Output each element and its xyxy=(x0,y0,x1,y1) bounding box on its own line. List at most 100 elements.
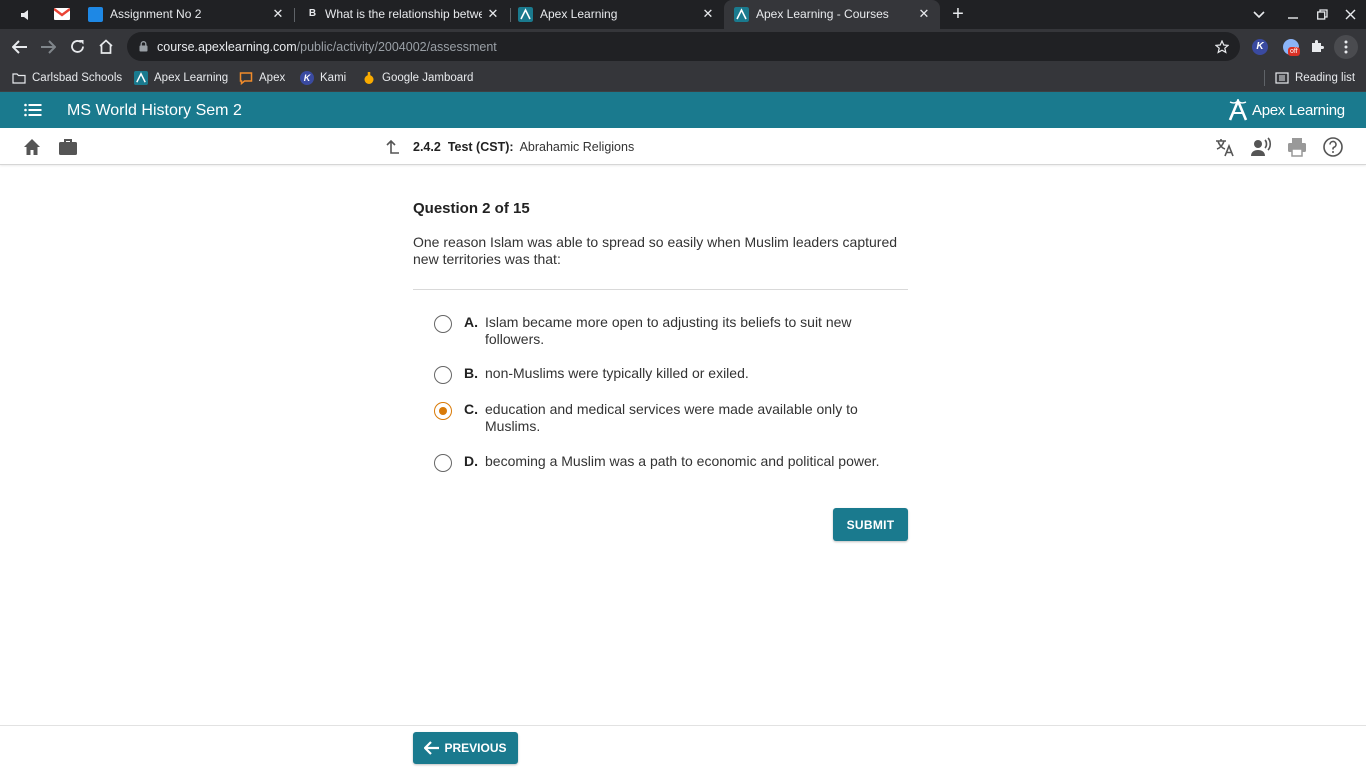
speaker-icon xyxy=(21,10,28,20)
url-path: /public/activity/2004002/assessment xyxy=(296,40,497,54)
kami-extension-button[interactable]: K xyxy=(1246,29,1274,64)
kami-icon: K xyxy=(300,71,314,85)
reload-icon xyxy=(70,40,84,53)
bookmark-label: Apex xyxy=(259,72,286,84)
print-icon[interactable] xyxy=(1286,136,1308,158)
tab-search-button[interactable] xyxy=(1248,0,1270,29)
extension-off-button[interactable]: off xyxy=(1277,29,1305,64)
url-host: course.apexlearning.com xyxy=(157,40,297,54)
extensions-button[interactable] xyxy=(1303,29,1331,64)
home-button[interactable] xyxy=(92,29,120,64)
course-title: MS World History Sem 2 xyxy=(67,102,242,119)
choice-text: non-Muslims were typically killed or exi… xyxy=(485,365,749,381)
minimize-icon xyxy=(1288,16,1298,19)
apex-icon xyxy=(134,71,148,85)
chevron-down-icon xyxy=(1253,10,1265,18)
answer-choice-a[interactable]: A. Islam became more open to adjusting i… xyxy=(434,314,904,348)
logo-text: Apex Learning xyxy=(1252,101,1345,119)
close-icon[interactable]: ✕ xyxy=(270,5,286,23)
previous-button[interactable]: PREVIOUS xyxy=(413,732,518,764)
briefcase-icon[interactable] xyxy=(57,136,79,158)
answer-choice-b[interactable]: B. non-Muslims were typically killed or … xyxy=(434,365,904,384)
classroom-icon xyxy=(88,7,103,22)
new-tab-button[interactable]: + xyxy=(946,0,970,29)
close-icon xyxy=(1345,9,1355,20)
question-prompt: One reason Islam was able to spread so e… xyxy=(413,234,898,267)
gmail-icon xyxy=(54,8,70,20)
url-text: course.apexlearning.com/public/activity/… xyxy=(157,40,497,54)
apex-icon xyxy=(518,7,533,22)
translate-icon[interactable] xyxy=(1214,136,1236,158)
choice-text: education and medical services were made… xyxy=(485,401,858,434)
globe-icon: off xyxy=(1283,38,1300,56)
previous-label: PREVIOUS xyxy=(444,741,507,755)
radio-button[interactable] xyxy=(434,366,452,384)
tab-gmail[interactable] xyxy=(50,0,74,29)
tab-apex-courses-active[interactable]: Apex Learning - Courses ✕ xyxy=(724,0,940,29)
home-icon[interactable] xyxy=(21,136,43,158)
restore-icon xyxy=(1316,9,1328,20)
choice-text: becoming a Muslim was a path to economic… xyxy=(485,453,880,469)
lock-icon xyxy=(139,41,148,52)
bookmarks-divider xyxy=(1264,70,1265,86)
activity-name: Abrahamic Religions xyxy=(519,140,635,154)
jamboard-icon xyxy=(364,72,374,84)
bookmark-apex-learning[interactable]: Apex Learning xyxy=(134,64,228,92)
back-button[interactable] xyxy=(6,29,34,64)
close-icon[interactable]: ✕ xyxy=(916,5,932,23)
radio-button[interactable] xyxy=(434,315,452,333)
radio-button-selected[interactable] xyxy=(434,402,452,420)
address-bar[interactable]: course.apexlearning.com/public/activity/… xyxy=(127,32,1240,61)
browser-tab-strip: Assignment No 2 ✕ B What is the relation… xyxy=(0,0,1366,29)
tab-title: What is the relationship betwee xyxy=(325,7,482,21)
choice-text: Islam became more open to adjusting its … xyxy=(485,314,852,347)
arrow-right-icon xyxy=(41,39,56,54)
activity-breadcrumb: 2.4.2 Test (CST): Abrahamic Religions xyxy=(384,139,634,155)
up-arrow-icon[interactable] xyxy=(384,139,400,155)
tab-muted-audio[interactable] xyxy=(0,0,50,29)
activity-type: Test (CST): xyxy=(447,140,514,154)
choice-letter: B. xyxy=(464,365,478,381)
tab-brainly[interactable]: B What is the relationship betwee ✕ xyxy=(296,0,508,29)
help-icon[interactable] xyxy=(1322,136,1344,158)
bookmark-label: Google Jamboard xyxy=(382,72,474,84)
forward-button[interactable] xyxy=(34,29,62,64)
close-icon[interactable]: ✕ xyxy=(700,5,716,23)
apex-logo-icon xyxy=(1228,99,1248,121)
arrow-left-icon xyxy=(12,39,27,54)
bookmark-apex[interactable]: Apex xyxy=(239,64,285,92)
reading-list-button[interactable]: Reading list xyxy=(1275,64,1355,92)
tab-assignment[interactable]: Assignment No 2 ✕ xyxy=(80,0,292,29)
menu-icon[interactable] xyxy=(24,103,42,117)
browser-menu-button[interactable] xyxy=(1332,29,1360,64)
activity-number: 2.4.2 xyxy=(413,140,441,154)
bookmark-kami[interactable]: K Kami xyxy=(300,64,346,92)
answer-choice-c[interactable]: C. education and medical services were m… xyxy=(434,401,904,435)
answer-choice-d[interactable]: D. becoming a Muslim was a path to econo… xyxy=(434,453,904,472)
close-window-button[interactable] xyxy=(1339,0,1361,29)
close-icon[interactable]: ✕ xyxy=(485,5,501,23)
restore-button[interactable] xyxy=(1311,0,1333,29)
bookmark-carlsbad-schools[interactable]: Carlsbad Schools xyxy=(12,64,122,92)
puzzle-icon xyxy=(1311,40,1324,52)
text-to-speech-icon[interactable] xyxy=(1250,136,1272,158)
tab-separator xyxy=(294,8,295,22)
radio-button[interactable] xyxy=(434,454,452,472)
minimize-button[interactable] xyxy=(1282,0,1304,29)
choice-letter: A. xyxy=(464,314,478,330)
submit-button[interactable]: SUBMIT xyxy=(833,508,908,541)
folder-icon xyxy=(12,73,26,84)
star-icon[interactable] xyxy=(1215,40,1229,54)
bookmark-google-jamboard[interactable]: Google Jamboard xyxy=(362,64,473,92)
choice-letter: D. xyxy=(464,453,478,469)
reload-button[interactable] xyxy=(63,29,91,64)
activity-toolbar: 2.4.2 Test (CST): Abrahamic Religions xyxy=(0,128,1366,165)
question-counter: Question 2 of 15 xyxy=(413,200,530,217)
tab-title: Assignment No 2 xyxy=(110,7,202,21)
tab-title: Apex Learning - Courses xyxy=(756,7,889,21)
reading-list-icon xyxy=(1275,72,1289,84)
more-vert-icon xyxy=(1334,34,1358,59)
chat-icon xyxy=(239,72,253,85)
apex-learning-logo: Apex Learning xyxy=(1228,98,1345,122)
tab-apex-learning[interactable]: Apex Learning ✕ xyxy=(512,0,722,29)
